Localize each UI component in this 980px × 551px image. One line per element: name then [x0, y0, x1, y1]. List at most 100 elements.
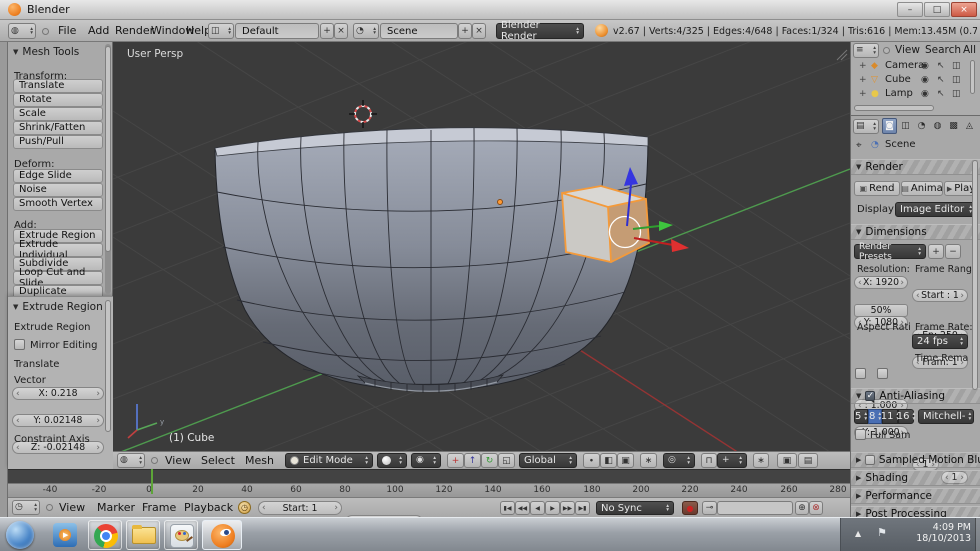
tab-render[interactable]: ◙	[882, 118, 897, 134]
object-name[interactable]: Cube	[885, 74, 911, 85]
viewport-canvas[interactable]: y	[113, 42, 850, 451]
start-frame-field[interactable]: Start: 1	[258, 501, 342, 515]
timeline-content[interactable]	[8, 469, 850, 483]
insert-keyframe-button[interactable]: ⊕	[795, 501, 809, 515]
proportional-edit-dropdown[interactable]: ◎	[663, 453, 695, 468]
selectability-cursor-icon[interactable]: ↖	[937, 61, 945, 71]
frame-start-field[interactable]: Start : 1	[912, 289, 968, 302]
display-filter-dropdown[interactable]: All	[963, 44, 980, 56]
close-button[interactable]: ×	[951, 2, 977, 17]
delete-keyframe-button[interactable]: ⊗	[809, 501, 823, 515]
expand-icon[interactable]: +	[859, 89, 867, 99]
tab-world[interactable]: ◍	[930, 118, 945, 134]
prev-keyframe-button[interactable]: ◀◀	[515, 501, 530, 515]
show-desktop-button[interactable]	[975, 518, 980, 551]
aa-filter-dropdown[interactable]: Mitchell-	[918, 409, 974, 424]
tool-extrude-individual[interactable]: Extrude Individual	[13, 239, 103, 261]
tool-loop-cut[interactable]: Loop Cut and Slide	[13, 267, 103, 289]
snap-toggle[interactable]: ⊓	[701, 453, 717, 468]
render-engine-dropdown[interactable]: Blender Render	[496, 20, 584, 42]
header-collapse-dot[interactable]	[46, 504, 53, 511]
vector-y-field[interactable]: Y: 0.02148	[12, 414, 104, 427]
operator-panel-header[interactable]: ▼Extrude Region and	[13, 301, 111, 313]
render-panel-header[interactable]: ▼ Render	[851, 159, 980, 175]
visibility-eye-icon[interactable]: ◉	[921, 89, 929, 99]
expand-icon[interactable]: +	[859, 75, 867, 85]
taskbar-explorer[interactable]	[126, 520, 160, 550]
remove-preset-button[interactable]: −	[945, 244, 961, 259]
menu-view[interactable]: View	[163, 454, 193, 467]
opengl-render-anim-button[interactable]: ▤	[798, 453, 818, 468]
viewport-corner-grip[interactable]	[836, 49, 848, 61]
tool-smooth-vertex[interactable]: Smooth Vertex	[13, 197, 103, 211]
next-keyframe-button[interactable]: ▶▶	[560, 501, 575, 515]
start-button[interactable]	[6, 521, 34, 549]
menu-frame[interactable]: Frame	[140, 501, 178, 514]
tab-render-layers[interactable]: ◫	[898, 118, 913, 134]
manipulator-toggle[interactable]: +	[447, 453, 464, 468]
tab-constraints[interactable]: ◬	[962, 118, 977, 134]
mesh-tools-panel-header[interactable]: ▼ Mesh Tools	[13, 46, 79, 58]
bowl-mesh[interactable]	[214, 127, 649, 393]
selectability-cursor-icon[interactable]: ↖	[937, 89, 945, 99]
border-checkbox[interactable]	[855, 368, 866, 379]
mode-dropdown[interactable]: Edit Mode	[285, 453, 373, 468]
performance-panel-header[interactable]: ▶ Performance	[851, 488, 980, 504]
keying-set-field[interactable]	[717, 501, 793, 515]
renderability-camera-icon[interactable]: ◫	[952, 75, 961, 85]
action-center-flag-icon[interactable]: ⚑	[877, 526, 887, 539]
maximize-button[interactable]: □	[924, 2, 950, 17]
add-scene-button[interactable]: +	[458, 23, 472, 39]
menu-add[interactable]: Add	[86, 24, 111, 37]
menu-search[interactable]: Search	[925, 44, 961, 56]
tab-scene[interactable]: ◔	[914, 118, 929, 134]
resolution-x-field[interactable]: X: 1920	[854, 276, 908, 289]
jump-to-start-button[interactable]: ▮◀	[500, 501, 515, 515]
tray-expand-icon[interactable]: ▲	[855, 529, 861, 538]
header-collapse-dot[interactable]	[42, 28, 49, 35]
screen-layout-name[interactable]: Default	[235, 23, 319, 39]
editor-type-selector[interactable]: ◍	[8, 23, 36, 39]
tool-translate[interactable]: Translate	[13, 79, 103, 93]
menu-select[interactable]: Select	[199, 454, 237, 467]
tool-push-pull[interactable]: Push/Pull	[13, 135, 103, 149]
vertex-select-mode[interactable]: ∙	[583, 453, 600, 468]
viewport-3d[interactable]: y User Persp (1) Cube	[113, 42, 850, 451]
manipulator-translate-toggle[interactable]: ↑	[464, 453, 481, 468]
add-layout-button[interactable]: +	[320, 23, 334, 39]
frame-rate-dropdown[interactable]: 24 fps	[912, 334, 968, 349]
tool-edge-slide[interactable]: Edge Slide	[13, 169, 103, 183]
face-select-mode[interactable]: ▣	[617, 453, 634, 468]
aa-samples-16[interactable]: 16	[897, 409, 914, 424]
resolution-percentage-button[interactable]: 50%	[854, 304, 908, 317]
blender-splash-icon[interactable]	[595, 24, 608, 37]
delete-scene-button[interactable]: ×	[472, 23, 486, 39]
editor-type-selector[interactable]: ≡	[853, 43, 879, 58]
occlude-geometry-toggle[interactable]: ∗	[640, 453, 657, 468]
renderability-camera-icon[interactable]: ◫	[952, 61, 961, 71]
header-collapse-dot[interactable]	[151, 457, 158, 464]
motion-blur-panel-header[interactable]: ▶ Sampled Motion Blur	[851, 452, 980, 468]
orientation-dropdown[interactable]: Global	[519, 453, 577, 468]
menu-mesh[interactable]: Mesh	[243, 454, 276, 467]
menu-file[interactable]: File	[56, 24, 78, 37]
pivot-point-dropdown[interactable]: ◉	[411, 453, 441, 468]
delete-layout-button[interactable]: ×	[334, 23, 348, 39]
taskbar-paint[interactable]	[164, 520, 198, 550]
sync-mode-dropdown[interactable]: No Sync	[596, 501, 674, 515]
pin-icon[interactable]: ⌖	[856, 140, 862, 151]
object-name[interactable]: Camera	[885, 60, 924, 71]
menu-playback[interactable]: Playback	[182, 501, 235, 514]
tray-clock[interactable]: 4:09 PM 18/10/2013	[899, 522, 971, 544]
tool-rotate[interactable]: Rotate	[13, 93, 103, 107]
manipulator-scale-toggle[interactable]: ◱	[498, 453, 515, 468]
tool-noise[interactable]: Noise	[13, 183, 103, 197]
expand-icon[interactable]: +	[859, 61, 867, 71]
play-reverse-button[interactable]: ◀	[530, 501, 545, 515]
record-button[interactable]: ●	[682, 501, 698, 515]
shading-panel-header[interactable]: ▶ Shading	[851, 470, 980, 486]
outliner-row-camera[interactable]: + ◆ Camera ◉ ↖ ◫	[851, 60, 980, 74]
editor-type-selector[interactable]: ◍	[117, 453, 145, 468]
timeline-ruler[interactable]: -40 -20 0 20 40 60 80 100 120 140 160 18…	[8, 483, 850, 497]
vector-x-field[interactable]: X: 0.218	[12, 387, 104, 400]
